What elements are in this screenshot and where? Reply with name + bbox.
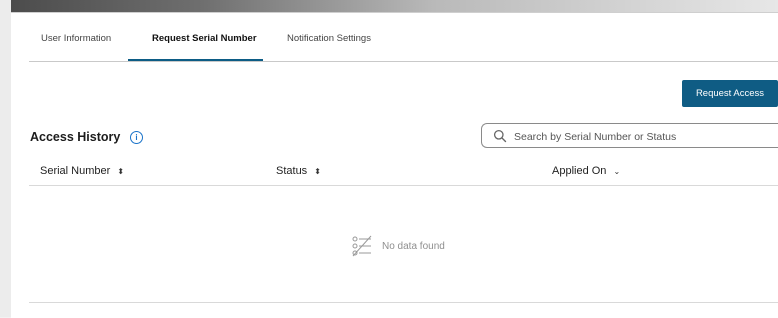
column-label: Serial Number (40, 165, 111, 177)
column-label: Applied On (552, 165, 607, 177)
no-data-icon (352, 235, 372, 257)
column-header-serial-number[interactable]: Serial Number ⬍ (40, 165, 124, 177)
tabs-divider (29, 61, 778, 62)
info-icon[interactable]: i (130, 131, 143, 144)
empty-state-message: No data found (382, 241, 445, 252)
tab-request-serial-number[interactable]: Request Serial Number (152, 33, 257, 44)
tab-user-information[interactable]: User Information (41, 33, 111, 44)
search-icon (493, 129, 507, 143)
sort-down-icon[interactable]: ⌄ (613, 167, 620, 176)
tab-bar: User Information Request Serial Number N… (29, 13, 778, 61)
table-bottom-divider (29, 302, 778, 303)
column-header-status[interactable]: Status ⬍ (276, 165, 321, 177)
content-card: User Information Request Serial Number N… (11, 12, 778, 318)
access-history-title: Access History (30, 130, 121, 144)
column-label: Status (276, 165, 308, 177)
search-field[interactable] (481, 123, 778, 148)
left-panel-edge (0, 0, 11, 317)
sort-both-icon[interactable]: ⬍ (314, 167, 321, 176)
table-header-divider (29, 185, 778, 186)
tab-notification-settings[interactable]: Notification Settings (287, 33, 371, 44)
column-header-applied-on[interactable]: Applied On ⌄ (552, 165, 620, 177)
search-input[interactable] (512, 126, 776, 147)
sort-both-icon[interactable]: ⬍ (117, 167, 124, 176)
request-access-button[interactable]: Request Access (682, 80, 778, 107)
